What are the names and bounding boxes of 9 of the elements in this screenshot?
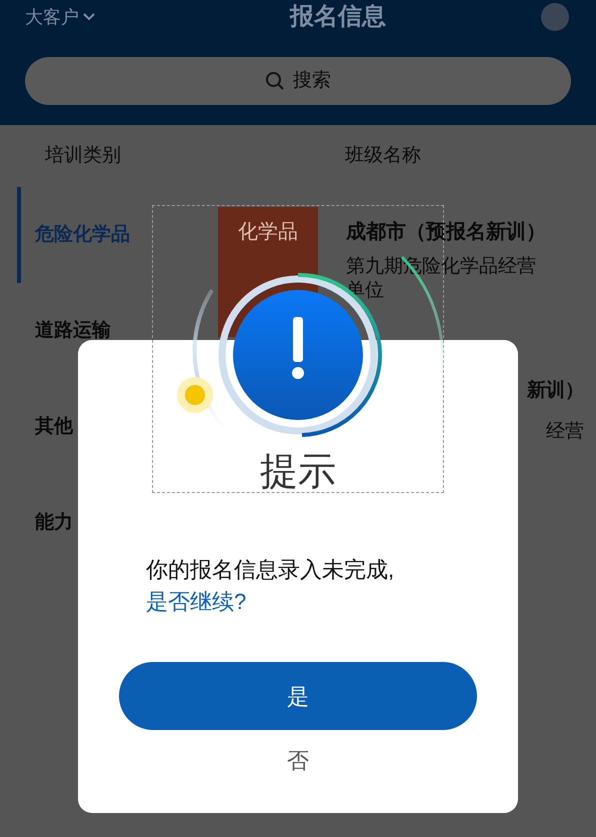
page-title: 报名信息 — [290, 2, 386, 32]
column-header: 班级名称 — [345, 144, 421, 168]
class-subtitle: 经营 — [546, 420, 584, 444]
class-title: 成都市（预报名新训） — [346, 220, 536, 245]
class-title: 新训） — [527, 378, 584, 403]
column-header: 培训类别 — [45, 144, 122, 168]
dialog-message: 你的报名信息录入未完成, — [146, 556, 394, 584]
dialog-question: 是否继续? — [146, 588, 248, 616]
dialog-title: 提示 — [260, 450, 336, 494]
